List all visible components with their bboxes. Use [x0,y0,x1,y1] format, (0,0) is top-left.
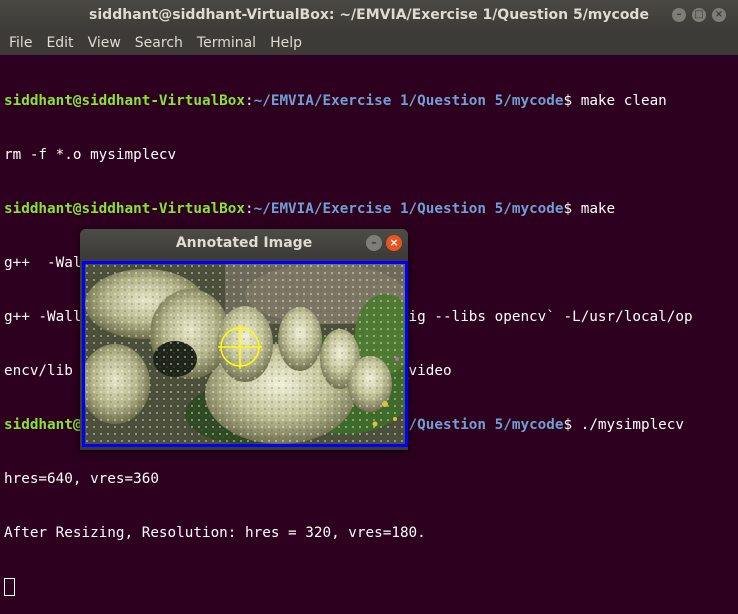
prompt-user: siddhant@siddhant-VirtualBox [4,93,246,109]
prompt-dollar: $ [563,201,581,217]
menu-file[interactable]: File [2,35,39,51]
menu-view[interactable]: View [81,35,128,51]
dialog-close-button[interactable]: × [386,235,402,251]
menu-edit[interactable]: Edit [39,35,80,51]
text-cursor [4,578,15,596]
window-title: siddhant@siddhant-VirtualBox: ~/EMVIA/Ex… [89,7,649,23]
menu-terminal[interactable]: Terminal [190,35,263,51]
prompt-dollar: $ [563,417,581,433]
prompt-dollar: $ [563,93,581,109]
prompt-separator: : [245,201,254,217]
dialog-controls: – × [366,235,402,251]
dialog-title-bar[interactable]: Annotated Image [80,229,408,257]
command-text: make [580,201,616,217]
maximize-button[interactable]: □ [692,8,706,22]
prompt-path: ~/EMVIA/Exercise 1/Question 5/mycode [253,93,564,109]
command-text: ./mysimplecv [580,417,685,433]
terminal-line [4,578,734,596]
close-button[interactable]: × [712,8,726,22]
dialog-title: Annotated Image [175,235,313,251]
command-text: make clean [580,93,667,109]
prompt-user: siddhant@siddhant-VirtualBox [4,201,246,217]
dialog-minimize-button[interactable]: – [366,235,382,251]
prompt-path: ~/EMVIA/Exercise 1/Question 5/mycode [253,201,564,217]
terminal-line: After Resizing, Resolution: hres = 320, … [4,525,426,541]
menu-bar: File Edit View Search Terminal Help [0,30,738,55]
terminal-line: rm -f *.o mysimplecv [4,147,177,163]
prompt-separator: : [245,93,254,109]
terminal-line: siddhant@siddhant-VirtualBox:~/EMVIA/Exe… [4,200,734,218]
terminal-line: siddhant@siddhant-VirtualBox:~/EMVIA/Exe… [4,92,734,110]
terminal-line: hres=640, vres=360 [4,471,159,487]
menu-help[interactable]: Help [263,35,309,51]
minimize-button[interactable]: – [672,8,686,22]
annotated-image-window[interactable]: Annotated Image – × [80,229,408,450]
annotated-image [82,261,408,447]
menu-search[interactable]: Search [128,35,190,51]
terminal-title-bar[interactable]: siddhant@siddhant-VirtualBox: ~/EMVIA/Ex… [0,0,738,30]
cactus-photo [85,264,405,444]
window-controls: – □ × [672,8,726,22]
